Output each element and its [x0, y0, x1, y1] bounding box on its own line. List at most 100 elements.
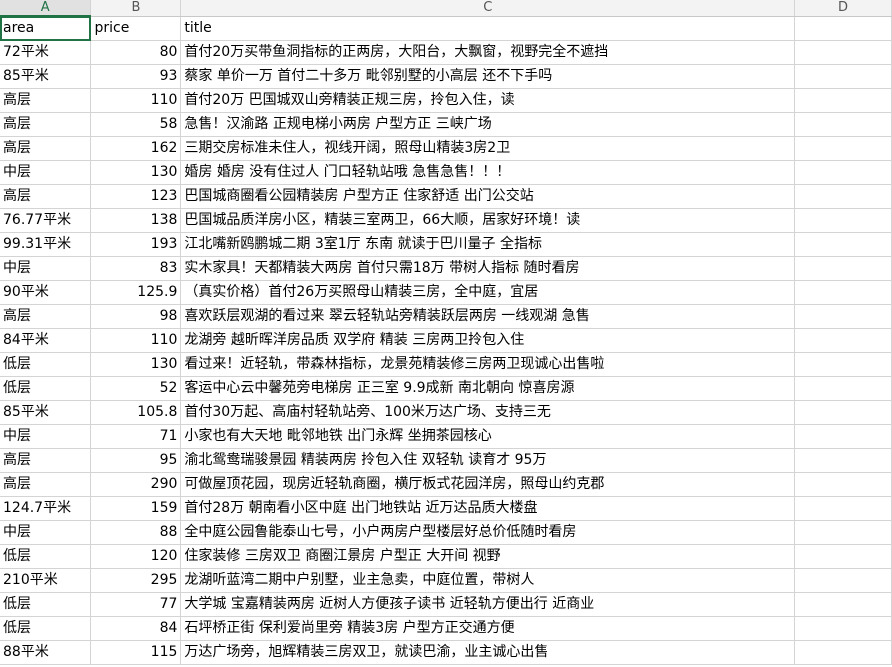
cell-price[interactable]: 159 — [90, 496, 182, 521]
cell-area[interactable]: 低层 — [0, 352, 92, 377]
cell-title[interactable]: 可做屋顶花园，现房近轻轨商圈，横厅板式花园洋房，照母山约克郡 — [180, 472, 796, 497]
cell-price[interactable]: 123 — [90, 184, 182, 209]
cell-area[interactable]: 高层 — [0, 448, 92, 473]
cell-empty[interactable] — [794, 448, 892, 473]
cell-area[interactable]: 85平米 — [0, 64, 92, 89]
cell-price[interactable]: 105.8 — [90, 400, 182, 425]
cell-title[interactable]: 龙湖听蓝湾二期中户别墅，业主急卖，中庭位置，带树人 — [180, 568, 796, 593]
cell-price[interactable]: 193 — [90, 232, 182, 257]
cell-price[interactable]: 125.9 — [90, 280, 182, 305]
cell-empty[interactable] — [794, 88, 892, 113]
cell-title[interactable]: 大学城 宝嘉精装两房 近树人方便孩子读书 近轻轨方便出行 近商业 — [180, 592, 796, 617]
cell-empty[interactable] — [794, 328, 892, 353]
cell-area[interactable]: 124.7平米 — [0, 496, 92, 521]
cell-price[interactable]: 58 — [90, 112, 182, 137]
cell-price[interactable]: 130 — [90, 352, 182, 377]
cell-empty[interactable] — [794, 40, 892, 65]
cell-area[interactable]: 中层 — [0, 424, 92, 449]
cell-price[interactable]: 120 — [90, 544, 182, 569]
cell-empty[interactable] — [794, 184, 892, 209]
cell-area[interactable]: 99.31平米 — [0, 232, 92, 257]
cell-area[interactable]: 88平米 — [0, 640, 92, 665]
cell-area[interactable]: 84平米 — [0, 328, 92, 353]
cell-price[interactable]: 88 — [90, 520, 182, 545]
cell-empty[interactable] — [794, 592, 892, 617]
cell-area[interactable]: 90平米 — [0, 280, 92, 305]
cell-area[interactable]: 低层 — [0, 616, 92, 641]
cell-empty[interactable] — [794, 376, 892, 401]
cell-price[interactable]: 84 — [90, 616, 182, 641]
column-header-d[interactable]: D — [794, 0, 892, 17]
cell-title[interactable]: 婚房 婚房 没有住过人 门口轻轨站哦 急售急售！！！ — [180, 160, 796, 185]
cell-empty[interactable] — [794, 568, 892, 593]
column-header-b[interactable]: B — [90, 0, 182, 17]
cell-price[interactable]: 52 — [90, 376, 182, 401]
cell-title[interactable]: 首付28万 朝南看小区中庭 出门地铁站 近万达品质大楼盘 — [180, 496, 796, 521]
cell-empty[interactable] — [794, 400, 892, 425]
cell-price[interactable]: 162 — [90, 136, 182, 161]
cell-empty[interactable] — [794, 64, 892, 89]
cell-area[interactable]: 高层 — [0, 304, 92, 329]
cell-area[interactable]: 高层 — [0, 472, 92, 497]
cell-area[interactable]: 低层 — [0, 544, 92, 569]
cell-price[interactable]: 110 — [90, 328, 182, 353]
cell-empty[interactable] — [794, 520, 892, 545]
column-header-a[interactable]: A — [0, 0, 92, 17]
cell-area-header[interactable]: area — [0, 16, 92, 41]
cell-title[interactable]: 龙湖旁 越昕晖洋房品质 双学府 精装 三房两卫拎包入住 — [180, 328, 796, 353]
cell-area[interactable]: 中层 — [0, 520, 92, 545]
cell-title[interactable]: 首付20万买带鱼洞指标的正两房，大阳台，大飘窗，视野完全不遮挡 — [180, 40, 796, 65]
cell-title[interactable]: 全中庭公园鲁能泰山七号，小户两房户型楼层好总价低随时看房 — [180, 520, 796, 545]
cell-title[interactable]: 喜欢跃层观湖的看过来 翠云轻轨站旁精装跃层两房 一线观湖 急售 — [180, 304, 796, 329]
cell-area[interactable]: 85平米 — [0, 400, 92, 425]
cell-area[interactable]: 高层 — [0, 88, 92, 113]
cell-price[interactable]: 290 — [90, 472, 182, 497]
cell-title[interactable]: 首付20万 巴国城双山旁精装正规三房，拎包入住，读 — [180, 88, 796, 113]
cell-title[interactable]: 实木家具！天都精装大两房 首付只需18万 带树人指标 随时看房 — [180, 256, 796, 281]
cell-price[interactable]: 295 — [90, 568, 182, 593]
cell-price[interactable]: 77 — [90, 592, 182, 617]
cell-empty[interactable] — [794, 16, 892, 41]
cell-price[interactable]: 138 — [90, 208, 182, 233]
cell-empty[interactable] — [794, 496, 892, 521]
cell-title[interactable]: 巴国城商圈看公园精装房 户型方正 住家舒适 出门公交站 — [180, 184, 796, 209]
cell-title[interactable]: 急售！汉渝路 正规电梯小两房 户型方正 三峡广场 — [180, 112, 796, 137]
cell-empty[interactable] — [794, 112, 892, 137]
cell-empty[interactable] — [794, 424, 892, 449]
cell-empty[interactable] — [794, 640, 892, 665]
cell-title[interactable]: （真实价格）首付26万买照母山精装三房，全中庭，宜居 — [180, 280, 796, 305]
cell-title[interactable]: 江北嘴新鸥鹏城二期 3室1厅 东南 就读于巴川量子 全指标 — [180, 232, 796, 257]
cell-area[interactable]: 高层 — [0, 184, 92, 209]
cell-area[interactable]: 高层 — [0, 136, 92, 161]
cell-area[interactable]: 中层 — [0, 160, 92, 185]
cell-area[interactable]: 低层 — [0, 592, 92, 617]
column-header-c[interactable]: C — [180, 0, 796, 17]
cell-area[interactable]: 72平米 — [0, 40, 92, 65]
cell-empty[interactable] — [794, 208, 892, 233]
cell-empty[interactable] — [794, 544, 892, 569]
cell-title[interactable]: 蔡家 单价一万 首付二十多万 毗邻别墅的小高层 还不下手吗 — [180, 64, 796, 89]
cell-area[interactable]: 210平米 — [0, 568, 92, 593]
cell-price-header[interactable]: price — [90, 16, 182, 41]
cell-empty[interactable] — [794, 616, 892, 641]
cell-price[interactable]: 83 — [90, 256, 182, 281]
cell-area[interactable]: 76.77平米 — [0, 208, 92, 233]
cell-title[interactable]: 巴国城品质洋房小区，精装三室两卫，66大顺，居家好环境！读 — [180, 208, 796, 233]
cell-price[interactable]: 80 — [90, 40, 182, 65]
cell-price[interactable]: 110 — [90, 88, 182, 113]
cell-price[interactable]: 95 — [90, 448, 182, 473]
cell-title[interactable]: 石坪桥正街 保利爱尚里旁 精装3房 户型方正交通方便 — [180, 616, 796, 641]
cell-title[interactable]: 渝北鸳鸯瑞骏景园 精装两房 拎包入住 双轻轨 读育才 95万 — [180, 448, 796, 473]
cell-empty[interactable] — [794, 304, 892, 329]
cell-title[interactable]: 三期交房标准未住人，视线开阔，照母山精装3房2卫 — [180, 136, 796, 161]
cell-empty[interactable] — [794, 352, 892, 377]
cell-empty[interactable] — [794, 256, 892, 281]
cell-price[interactable]: 71 — [90, 424, 182, 449]
cell-area[interactable]: 中层 — [0, 256, 92, 281]
cell-area[interactable]: 高层 — [0, 112, 92, 137]
cell-title[interactable]: 客运中心云中馨苑旁电梯房 正三室 9.9成新 南北朝向 惊喜房源 — [180, 376, 796, 401]
cell-price[interactable]: 115 — [90, 640, 182, 665]
cell-title-header[interactable]: title — [180, 16, 796, 41]
cell-title[interactable]: 看过来！近轻轨，带森林指标，龙景苑精装修三房两卫现诚心出售啦 — [180, 352, 796, 377]
cell-price[interactable]: 130 — [90, 160, 182, 185]
